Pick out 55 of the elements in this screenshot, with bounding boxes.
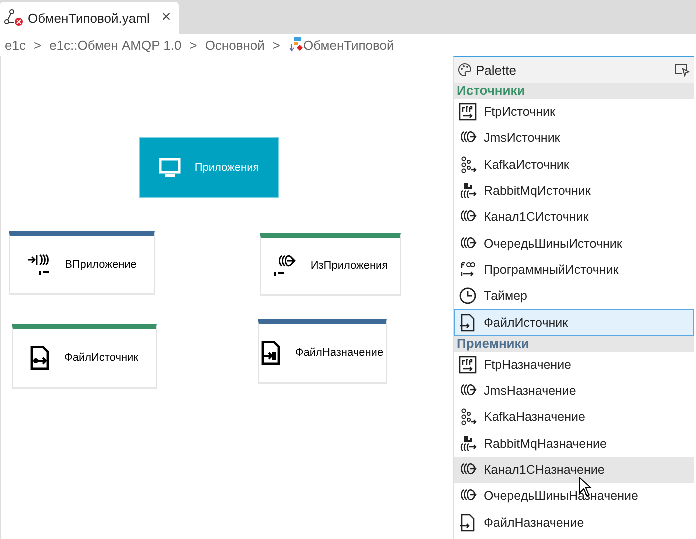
palette-section-header[interactable]: Приемники: [454, 336, 694, 352]
kafka-icon: [459, 156, 477, 174]
palette-icon: [458, 63, 472, 77]
clock-icon: [459, 287, 477, 306]
queue-out-icon: [272, 255, 297, 277]
node-label: Приложения: [194, 162, 260, 174]
palette-item[interactable]: KafkaИсточник: [454, 152, 694, 178]
flow-diagram-icon: [288, 37, 303, 53]
palette-item[interactable]: Канал1СИсточник: [454, 204, 694, 230]
palette-item[interactable]: KafkaНазначение: [454, 404, 694, 431]
palette-item[interactable]: ОчередьШиныИсточник: [454, 230, 694, 257]
palette-item[interactable]: RabbitMqНазначение: [454, 430, 694, 457]
queue-in-icon: [27, 254, 52, 276]
close-tab-button[interactable]: ×: [162, 9, 172, 27]
palette-item[interactable]: ПрограммныйИсточник: [454, 256, 694, 284]
ftp-icon: [459, 103, 477, 122]
endpoint-node[interactable]: ФайлИсточник: [12, 324, 157, 389]
breadcrumb-item[interactable]: e1c: [5, 38, 26, 52]
file-arrow-icon: [459, 514, 477, 532]
editor-tab[interactable]: ОбменТиповой.yaml ×: [0, 2, 180, 34]
palette-item[interactable]: JmsИсточник: [454, 125, 694, 152]
node-label: ВПриложение: [65, 258, 137, 270]
palette-item[interactable]: FtpНазначение: [454, 352, 694, 378]
palette-item[interactable]: JmsНазначение: [454, 378, 694, 404]
palette-title: Palette: [476, 62, 518, 78]
endpoint-node[interactable]: ФайлНазначение: [258, 319, 387, 384]
file-arrow-icon: [30, 346, 50, 370]
file-arrow-icon: [459, 314, 477, 332]
palette-item[interactable]: ФайлИсточник: [454, 309, 694, 336]
rabbit-queue-icon: [459, 434, 477, 453]
node-label: ФайлНазначение: [295, 347, 384, 359]
tab-title: ОбменТиповой.yaml: [28, 10, 150, 26]
file-arrow-icon: [261, 341, 282, 365]
monitor-icon: [158, 158, 181, 178]
palette-item[interactable]: Таймер: [454, 283, 694, 310]
endpoint-node[interactable]: ИзПриложения: [260, 233, 401, 296]
palette-item[interactable]: ФайлНазначение: [454, 509, 694, 536]
breadcrumb-item[interactable]: ОбменТиповой: [304, 38, 394, 52]
breadcrumb-separator: >: [272, 38, 281, 52]
breadcrumb-item[interactable]: e1c::Обмен AMQP 1.0: [50, 38, 182, 52]
breadcrumb-item[interactable]: Основной: [205, 38, 265, 52]
node-label: ИзПриложения: [310, 260, 388, 272]
rabbit-queue-icon: [459, 182, 477, 200]
breadcrumb-separator: >: [34, 38, 42, 52]
endpoint-node[interactable]: ВПриложение: [9, 231, 155, 295]
palette-item[interactable]: RabbitMqИсточник: [454, 178, 694, 204]
breadcrumb-separator: >: [190, 38, 198, 52]
ftp-icon: [459, 356, 477, 374]
select-tool-icon[interactable]: [674, 63, 690, 77]
palette-item[interactable]: ОчередьШиныНазначение: [454, 483, 694, 510]
diagram-error-icon: [4, 9, 24, 27]
palette-item[interactable]: FtpИсточник: [454, 99, 694, 126]
program-icon: [459, 260, 477, 279]
node-label: ФайлИсточник: [64, 352, 138, 364]
kafka-icon: [459, 408, 477, 426]
